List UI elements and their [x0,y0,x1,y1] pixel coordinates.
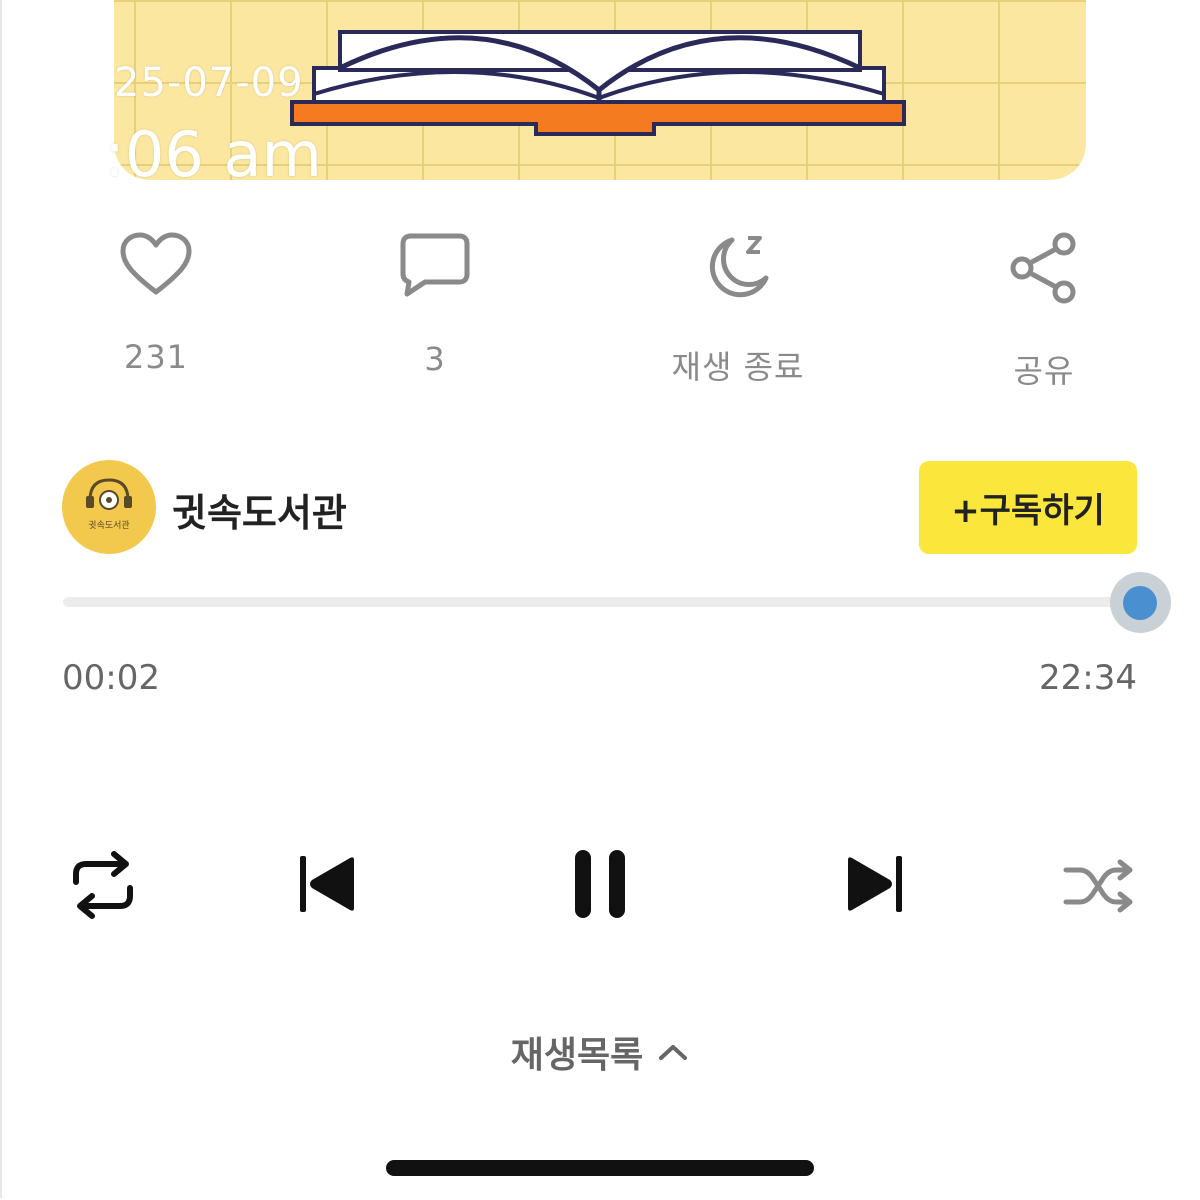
channel-name[interactable]: 귓속도서관 [172,482,347,537]
playlist-label: 재생목록 [510,1035,644,1076]
share-icon [1010,232,1076,304]
like-count: 231 [123,338,189,376]
progress-thumb[interactable] [1123,586,1157,620]
previous-icon[interactable] [298,854,358,914]
share-button[interactable]: 공유 [964,232,1124,392]
elapsed-time: 00:02 [62,658,160,698]
channel-logo-icon: 귓속도서관 [86,478,132,531]
comment-count: 3 [424,340,446,378]
playlist-toggle[interactable]: 재생목록 [0,1026,1200,1078]
svg-text:귓속도서관: 귓속도서관 [88,519,129,531]
sleep-timer-button[interactable]: 재생 종료 [658,232,818,388]
channel-avatar[interactable]: 귓속도서관 [62,460,156,554]
comment-button[interactable]: 3 [355,232,515,378]
next-icon[interactable] [844,854,904,914]
share-label: 공유 [1013,352,1075,390]
shuffle-icon[interactable] [1062,856,1134,916]
moon-icon [709,236,769,298]
heart-icon [120,232,192,295]
subscribe-button[interactable]: +구독하기 [919,461,1137,554]
open-book-icon [290,30,906,136]
progress-fill [63,597,1129,607]
progress-track[interactable] [63,597,1140,607]
speech-bubble-icon [400,233,470,297]
overlay-time: :06 am [104,118,322,191]
sleep-timer-label: 재생 종료 [671,348,805,386]
like-button[interactable]: 231 [76,232,236,376]
chevron-up-icon [659,1045,688,1060]
total-time: 22:34 [1039,658,1137,698]
repeat-icon[interactable] [68,850,138,920]
pause-icon[interactable] [573,848,627,920]
overlay-date: 25-07-09 [114,60,304,106]
home-indicator[interactable] [386,1160,814,1176]
